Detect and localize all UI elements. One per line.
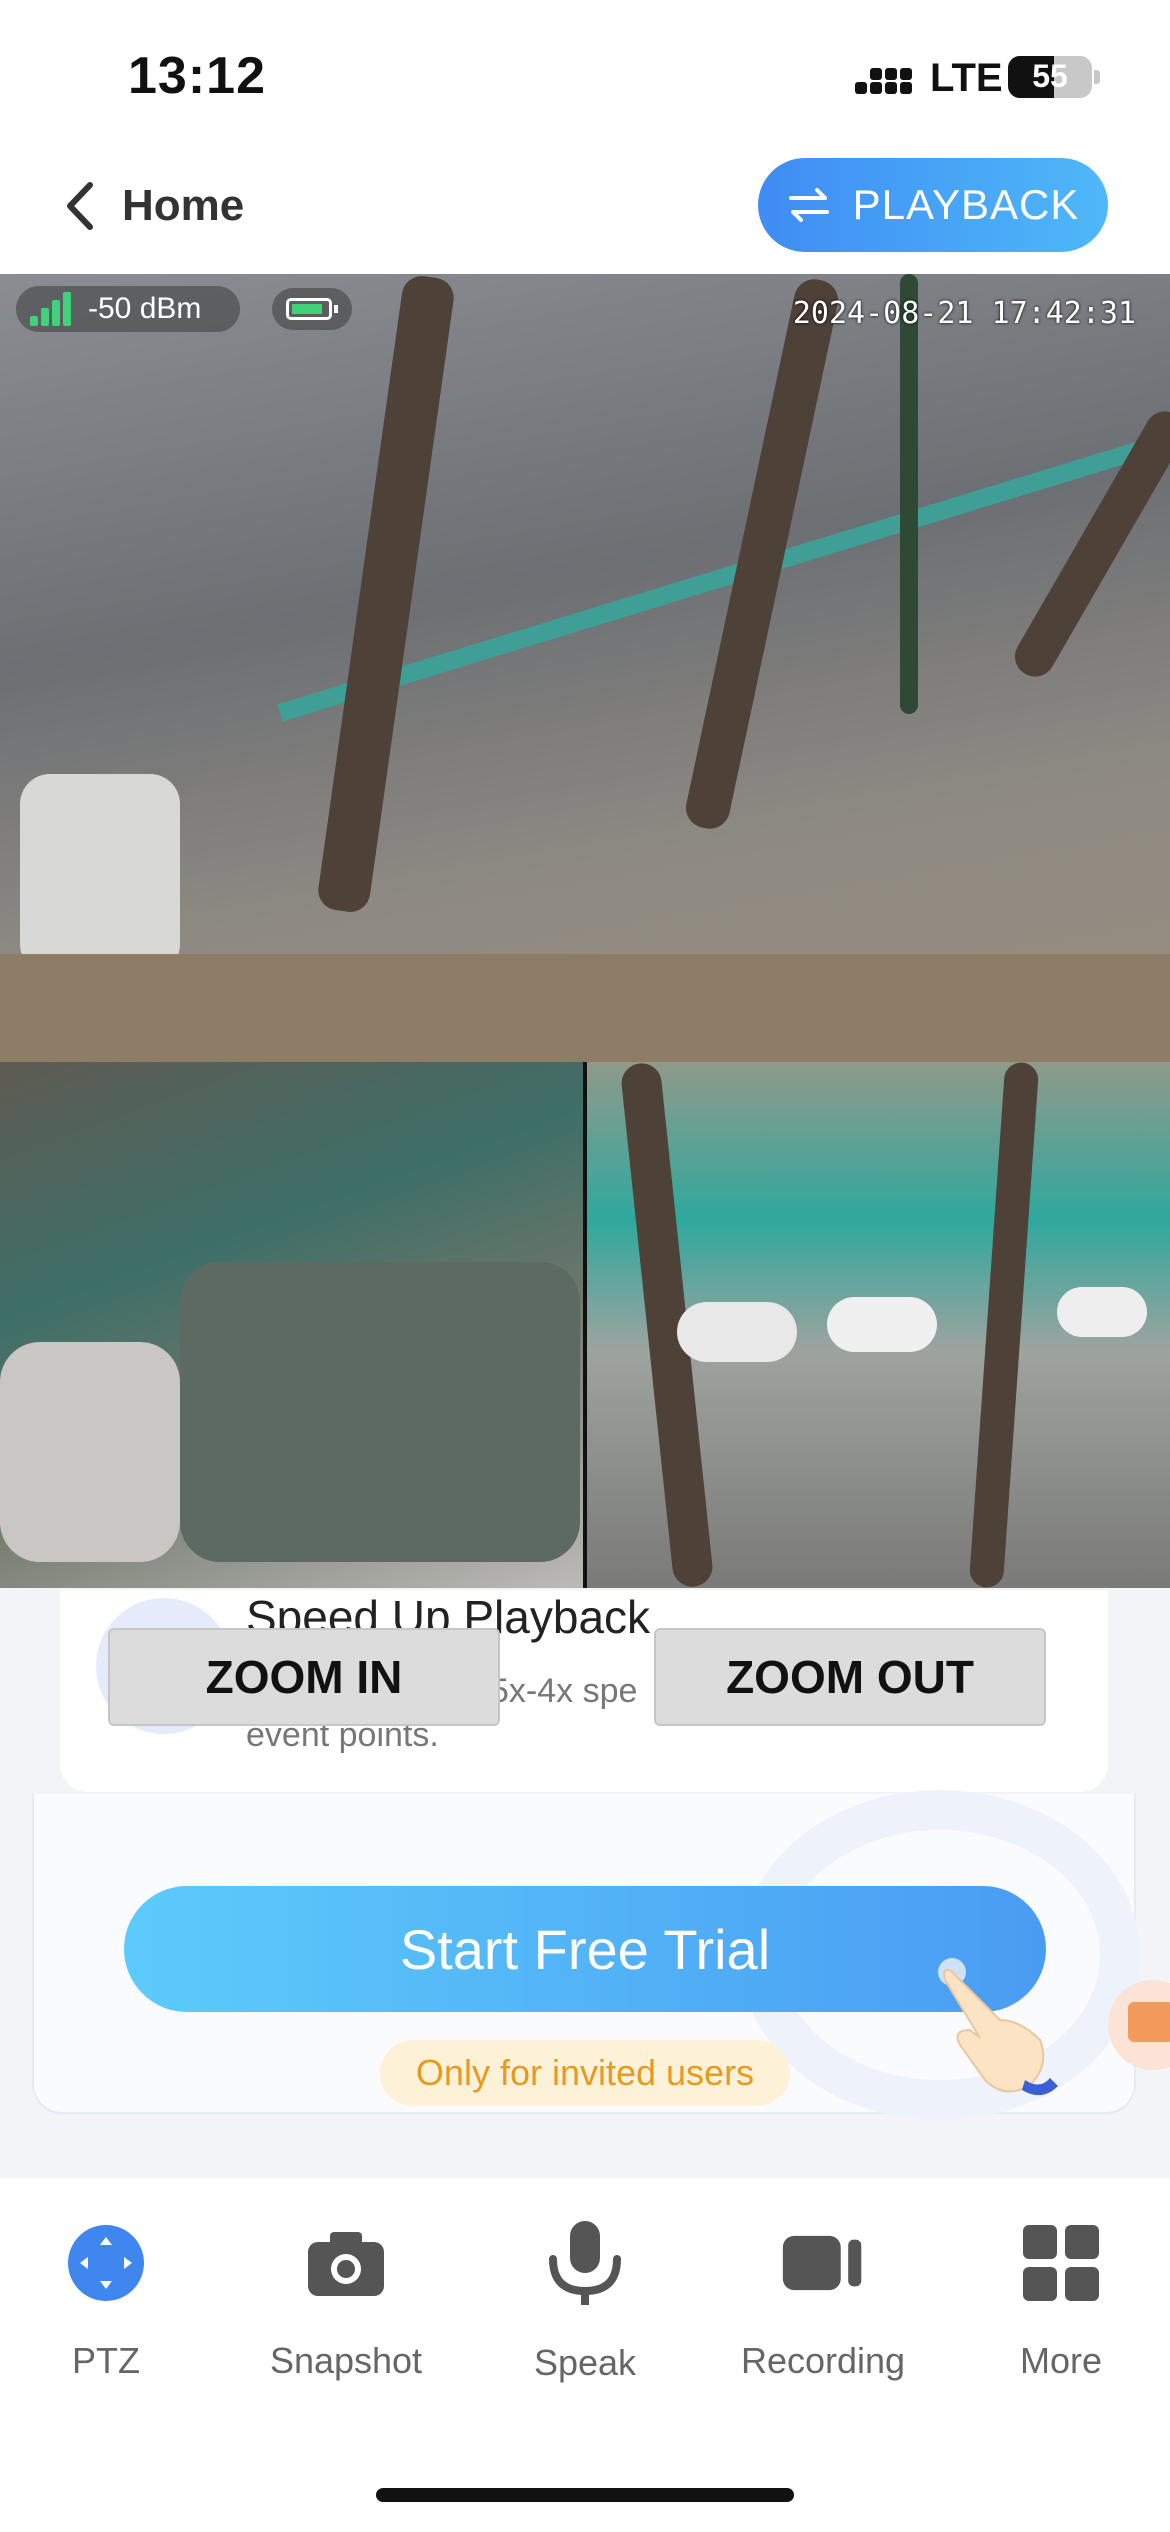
- signal-value: -50 dBm: [88, 292, 202, 325]
- signal-bars-icon: [30, 292, 74, 326]
- cellular-signal-icon: [855, 60, 913, 100]
- swap-arrows-icon: [788, 188, 829, 222]
- start-free-trial-button[interactable]: Start Free Trial: [124, 1886, 1046, 2012]
- invite-only-badge: Only for invited users: [380, 2040, 790, 2106]
- network-type: LTE: [930, 56, 1003, 100]
- camera-feed-wide[interactable]: [587, 1062, 1170, 1588]
- status-time: 13:12: [128, 47, 266, 105]
- more-label: More: [1019, 2340, 1103, 2381]
- more-button[interactable]: More: [951, 2222, 1170, 2382]
- main-camera-feed[interactable]: [0, 274, 1170, 1062]
- ptz-icon: [64, 2222, 148, 2304]
- zoom-out-button[interactable]: ZOOM OUT: [654, 1628, 1046, 1726]
- status-bar: 13:12 LTE 55: [0, 0, 1170, 150]
- home-indicator[interactable]: [376, 2488, 794, 2502]
- feed-divider: [583, 1062, 587, 1588]
- playback-label: PLAYBACK: [852, 181, 1080, 228]
- back-button[interactable]: Home: [60, 168, 244, 244]
- chevron-left-icon: [67, 182, 93, 230]
- promo-description: 5x-4x spe: [490, 1672, 638, 1710]
- signal-strength-badge: -50 dBm: [16, 286, 240, 332]
- recording-button[interactable]: Recording: [713, 2222, 933, 2382]
- video-camera-icon: [781, 2222, 865, 2304]
- ptz-label: PTZ: [72, 2340, 140, 2381]
- snapshot-button[interactable]: Snapshot: [236, 2222, 456, 2382]
- battery-level: 55: [1032, 58, 1068, 94]
- speak-label: Speak: [533, 2342, 637, 2383]
- battery-icon: 55: [1008, 56, 1092, 98]
- camera-feed-zoomed[interactable]: [0, 1062, 583, 1588]
- zoom-in-button[interactable]: ZOOM IN: [108, 1628, 500, 1726]
- speak-button[interactable]: Speak: [475, 2221, 695, 2383]
- back-label: Home: [122, 181, 245, 230]
- ptz-button[interactable]: PTZ: [0, 2222, 216, 2382]
- camera-icon: [304, 2222, 388, 2304]
- microphone-icon: [543, 2221, 627, 2306]
- camera-battery-icon: [272, 288, 352, 330]
- video-timestamp: 2024-08-21 17:42:31: [792, 296, 1136, 331]
- snapshot-label: Snapshot: [269, 2340, 423, 2381]
- pointing-hand-icon: [938, 1958, 1058, 2096]
- playback-button[interactable]: PLAYBACK: [758, 158, 1108, 252]
- recording-label: Recording: [740, 2340, 906, 2381]
- grid-icon: [1019, 2222, 1103, 2304]
